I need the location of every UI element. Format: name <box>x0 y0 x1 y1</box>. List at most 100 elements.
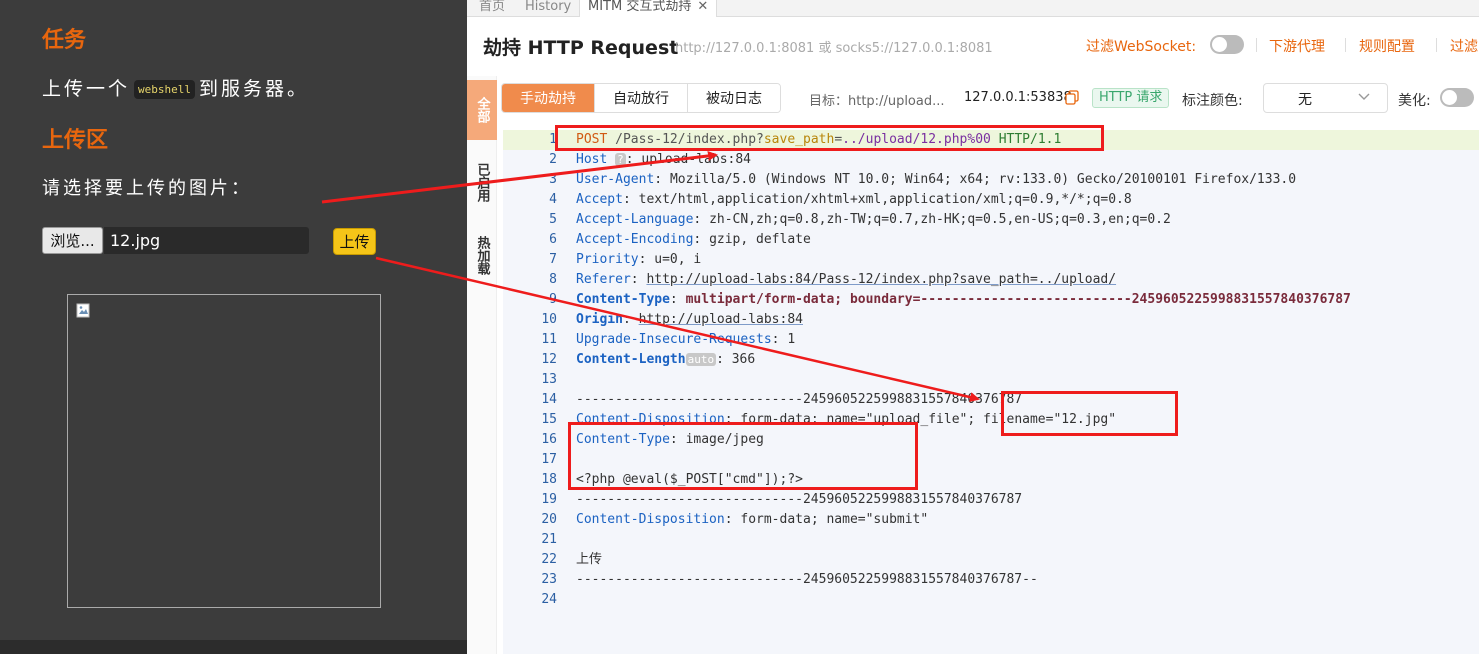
line-number: 4 <box>549 192 557 207</box>
image-preview <box>67 294 381 608</box>
upload-labs-page: 任务 上传一个 webshell 到服务器。 上传区 请选择要上传的图片： 浏览..… <box>0 0 467 654</box>
side-tab-all[interactable]: 全部 <box>467 80 497 140</box>
body-line: -----------------------------24596052259… <box>576 570 1038 590</box>
boundary-line-end: 7-- <box>1014 572 1038 587</box>
auto-release-button[interactable]: 自动放行 <box>595 84 688 112</box>
header-line: User-Agent: Mozilla/5.0 (Windows NT 10.0… <box>576 172 1297 187</box>
bottom-bar <box>0 640 467 654</box>
filter-websocket-toggle[interactable] <box>1210 35 1244 54</box>
manual-hijack-button[interactable]: 手动劫持 <box>502 84 595 112</box>
broken-image-icon <box>76 303 90 318</box>
header-name: Host <box>576 152 608 167</box>
tab-home[interactable]: 首页 <box>471 0 513 17</box>
annotation-box-filename <box>1001 391 1178 436</box>
line-number-gutter: 1 2 3 4 5 6 7 8 9 10 11 12 13 14 15 16 1… <box>503 130 573 654</box>
mark-color-label: 标注颜色: <box>1182 93 1243 109</box>
task-desc-prefix: 上传一个 <box>42 78 131 100</box>
filter-websocket-label: 过滤WebSocket: <box>1086 39 1197 55</box>
header-line: Content-Length auto: 366 <box>576 352 756 367</box>
line-number: 8 <box>549 272 557 287</box>
header-value: multipart/form-data; <box>685 292 843 307</box>
header-value: u=0, i <box>654 252 702 267</box>
annotation-box-request-line <box>555 125 1104 151</box>
browse-button[interactable]: 浏览... <box>42 227 103 254</box>
header-name: Accept <box>576 192 623 207</box>
line-number: 5 <box>549 212 557 227</box>
body-line: Content-Disposition: form-data; name="su… <box>576 512 929 527</box>
request-type-badge: HTTP 请求 <box>1092 88 1170 108</box>
header-line: Accept-Encoding: gzip, deflate <box>576 232 811 247</box>
upload-area-title: 上传区 <box>42 128 109 153</box>
mark-color-select[interactable]: 无 <box>1263 83 1388 113</box>
body-line: -----------------------------24596052259… <box>576 490 1022 510</box>
line-number: 17 <box>541 452 557 467</box>
line-number: 18 <box>541 472 557 487</box>
auto-chip: auto <box>685 353 717 366</box>
task-desc-suffix: 到服务器。 <box>199 78 310 100</box>
rule-config-link[interactable]: 规则配置 <box>1359 36 1415 56</box>
boundary-line: -----------------------------24596052259… <box>576 572 1015 587</box>
beautify-toggle[interactable] <box>1440 88 1474 107</box>
webshell-code: webshell <box>134 80 195 99</box>
line-number: 24 <box>541 592 557 607</box>
mode-switch: 手动劫持 自动放行 被动日志 <box>501 83 781 113</box>
header-value: gzip, deflate <box>709 232 811 247</box>
filter-link[interactable]: 过滤 <box>1450 36 1478 56</box>
side-tab-enabled[interactable]: 已启用 <box>467 150 497 214</box>
boundary-value-end: 7 <box>1343 292 1351 307</box>
line-number: 14 <box>541 392 557 407</box>
beautify-label: 美化: <box>1398 93 1431 109</box>
line-number: 21 <box>541 532 557 547</box>
header-line: Content-Type: multipart/form-data; bound… <box>576 292 1351 307</box>
line-number: 12 <box>541 352 557 367</box>
header-value: 366 <box>731 352 756 367</box>
divider <box>1256 38 1257 52</box>
task-description: 上传一个 webshell 到服务器。 <box>42 74 309 101</box>
copy-icon[interactable] <box>1065 90 1079 105</box>
header-name: User-Agent <box>576 172 655 187</box>
downstream-proxy-link[interactable]: 下游代理 <box>1269 36 1325 56</box>
header-value: 1 <box>787 332 796 347</box>
header-line: Accept: text/html,application/xhtml+xml,… <box>576 192 1132 207</box>
line-number: 20 <box>541 512 557 527</box>
tab-mitm[interactable]: MITM 交互式劫持 ✕ <box>579 0 718 17</box>
side-tabs: 全部 已启用 热加载 <box>467 76 497 654</box>
line-number: 10 <box>541 312 557 327</box>
submit-value: 上传 <box>576 552 603 567</box>
line-number: 6 <box>549 232 557 247</box>
header-name: Priority <box>576 252 639 267</box>
header-line: Upgrade-Insecure-Requests: 1 <box>576 332 796 347</box>
close-icon[interactable]: ✕ <box>697 0 708 14</box>
header-line: Host ?: upload-labs:84 <box>576 152 751 167</box>
header-name: Accept-Encoding <box>576 232 694 247</box>
passive-log-button[interactable]: 被动日志 <box>688 84 780 112</box>
header-name: Content-Length <box>576 352 686 367</box>
header-name: Content-Disposition <box>576 512 725 527</box>
header-name: Content-Type <box>576 292 670 307</box>
selected-file-name: 12.jpg <box>104 227 309 254</box>
header-name: Origin <box>576 312 623 327</box>
request-editor[interactable]: 1 2 3 4 5 6 7 8 9 10 11 12 13 14 15 16 1… <box>503 130 1479 654</box>
boundary-key: boundary= <box>849 292 921 307</box>
header-value: zh-CN,zh;q=0.8,zh-TW;q=0.7,zh-HK;q=0.5,e… <box>709 212 1171 227</box>
annotation-box-payload <box>568 422 918 490</box>
divider <box>1436 38 1437 52</box>
line-number: 16 <box>541 432 557 447</box>
line-number: 11 <box>541 332 557 347</box>
task-title: 任务 <box>42 28 87 53</box>
line-number: 1 <box>549 132 557 147</box>
side-tab-hot-reload[interactable]: 热加载 <box>467 222 497 288</box>
header-line: Priority: u=0, i <box>576 252 702 267</box>
line-number: 3 <box>549 172 557 187</box>
line-number: 22 <box>541 552 557 567</box>
header-name: Referer <box>576 272 631 287</box>
client-address: 127.0.0.1:53838 <box>964 90 1072 105</box>
header-value: http://upload-labs:84 <box>638 312 803 327</box>
header-line: Referer: http://upload-labs:84/Pass-12/i… <box>576 272 1117 287</box>
tab-history[interactable]: History <box>517 0 579 17</box>
boundary-line: -----------------------------24596052259… <box>576 392 1015 407</box>
line-number: 7 <box>549 252 557 267</box>
header-name: Upgrade-Insecure-Requests <box>576 332 772 347</box>
header-value: text/html,application/xhtml+xml,applicat… <box>638 192 1132 207</box>
upload-button[interactable]: 上传 <box>333 228 376 255</box>
